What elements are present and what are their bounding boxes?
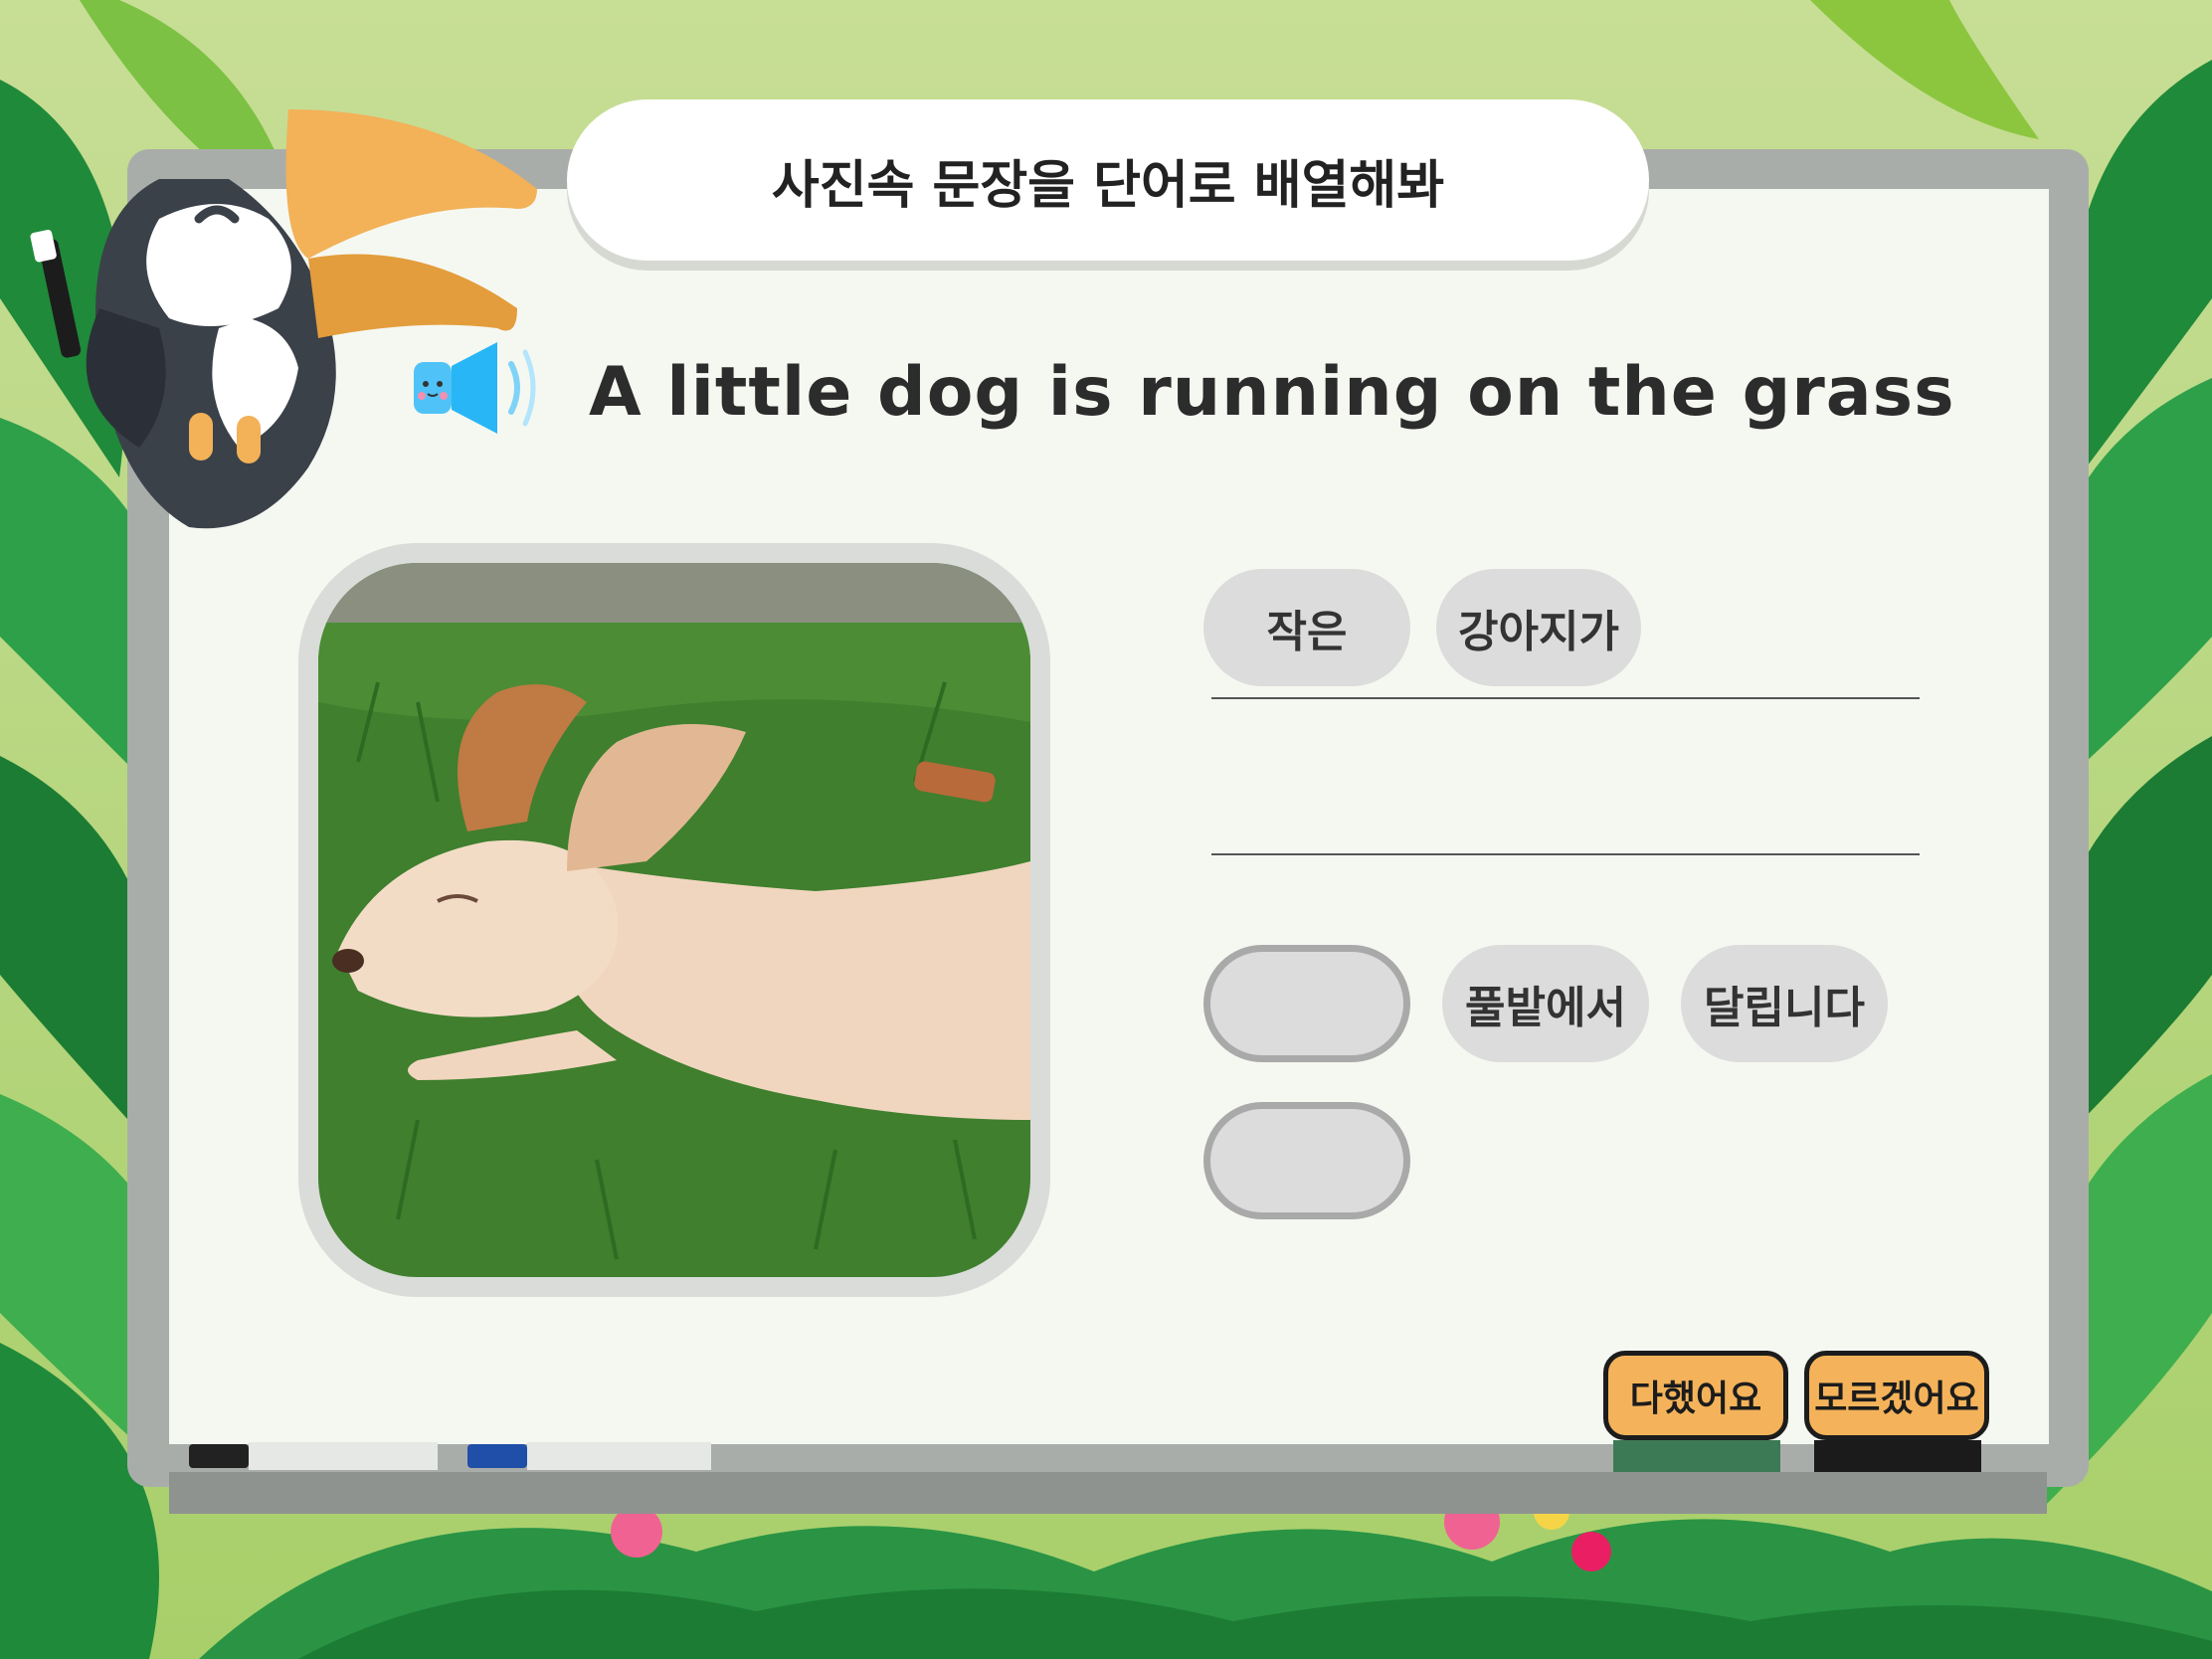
done-button-base <box>1613 1440 1780 1472</box>
word-chip-grass[interactable]: 풀밭에서 <box>1442 945 1649 1062</box>
answer-line-2 <box>1211 853 1920 855</box>
dog-photo <box>318 563 1030 1277</box>
photo-frame <box>298 543 1050 1297</box>
black-marker <box>189 1442 438 1470</box>
word-chip-runs[interactable]: 달립니다 <box>1681 945 1888 1062</box>
done-button[interactable]: 다했어요 <box>1603 1351 1788 1440</box>
answer-line-1 <box>1211 697 1920 699</box>
instruction-title: 사진속 문장을 단어로 배열해봐 <box>567 99 1649 261</box>
target-sentence: A little dog is running on the grass <box>589 353 1955 432</box>
word-slot-empty-1[interactable] <box>1203 945 1410 1062</box>
dont-know-button[interactable]: 모르겠어요 <box>1804 1351 1989 1440</box>
blue-marker <box>467 1442 711 1470</box>
dog-on-grass-image <box>318 563 1030 1277</box>
answer-chip-1[interactable]: 작은 <box>1203 569 1410 686</box>
word-slot-empty-2[interactable] <box>1203 1102 1410 1219</box>
toucan-mascot-icon <box>30 109 537 529</box>
marker-tray <box>169 1472 2047 1514</box>
speaker-icon[interactable] <box>408 338 537 438</box>
dont-know-button-base <box>1814 1440 1981 1472</box>
answer-chip-2[interactable]: 강아지가 <box>1436 569 1641 686</box>
